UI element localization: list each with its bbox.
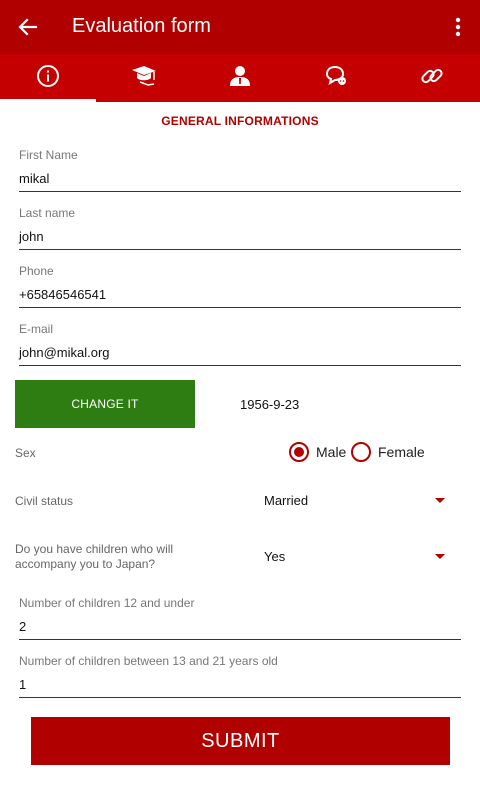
first-name-input[interactable]: mikal bbox=[19, 171, 461, 189]
children-accompany-value: Yes bbox=[264, 549, 286, 564]
phone-field: Phone +65846546541 bbox=[19, 264, 461, 308]
last-name-field: Last name john bbox=[19, 206, 461, 250]
civil-status-value: Married bbox=[264, 493, 309, 508]
info-icon bbox=[36, 64, 60, 93]
children-13-21-label: Number of children between 13 and 21 yea… bbox=[19, 654, 278, 668]
sex-radio-female[interactable]: Female bbox=[351, 442, 425, 462]
first-name-label: First Name bbox=[19, 148, 78, 162]
email-input[interactable]: john@mikal.org bbox=[19, 345, 461, 363]
email-label: E-mail bbox=[19, 322, 54, 336]
more-vert-icon[interactable] bbox=[444, 11, 472, 43]
section-title: GENERAL INFORMATIONS bbox=[161, 114, 319, 128]
last-name-label: Last name bbox=[19, 206, 76, 220]
arrow-back-icon[interactable] bbox=[12, 11, 44, 43]
sex-radio-male[interactable]: Male bbox=[289, 442, 346, 462]
submit-button[interactable]: SUBMIT bbox=[31, 717, 450, 765]
tab-personal[interactable] bbox=[192, 54, 288, 102]
phone-label: Phone bbox=[19, 264, 54, 278]
first-name-underline bbox=[19, 191, 461, 192]
link-icon bbox=[420, 64, 444, 93]
radio-unselected-icon bbox=[351, 442, 371, 462]
birth-date-value: 1956-9-23 bbox=[240, 397, 300, 412]
civil-status-dropdown[interactable]: Married bbox=[264, 489, 450, 513]
app-bar: Evaluation form bbox=[0, 0, 480, 54]
children-accompany-label: Do you have children who will accompany … bbox=[15, 542, 174, 571]
children-13-21-field: Number of children between 13 and 21 yea… bbox=[19, 654, 461, 698]
children-under-12-underline bbox=[19, 639, 461, 640]
children-under-12-input[interactable]: 2 bbox=[19, 619, 461, 637]
tab-messages[interactable] bbox=[288, 54, 384, 102]
person-icon bbox=[228, 64, 252, 93]
children-13-21-input[interactable]: 1 bbox=[19, 677, 461, 695]
civil-status-label: Civil status bbox=[15, 494, 74, 508]
tab-bar bbox=[0, 54, 480, 102]
email-field: E-mail john@mikal.org bbox=[19, 322, 461, 366]
radio-label-female: Female bbox=[378, 444, 425, 460]
children-under-12-field: Number of children 12 and under 2 bbox=[19, 596, 461, 640]
email-underline bbox=[19, 365, 461, 366]
children-13-21-underline bbox=[19, 697, 461, 698]
chat-bubble-icon bbox=[324, 64, 348, 93]
dropdown-arrow-icon bbox=[435, 498, 445, 503]
dropdown-arrow-icon bbox=[435, 554, 445, 559]
tab-links[interactable] bbox=[384, 54, 480, 102]
last-name-underline bbox=[19, 249, 461, 250]
tab-education[interactable] bbox=[96, 54, 192, 102]
last-name-input[interactable]: john bbox=[19, 229, 461, 247]
tab-general-info[interactable] bbox=[0, 54, 96, 102]
children-accompany-dropdown[interactable]: Yes bbox=[264, 545, 450, 569]
change-date-button[interactable]: CHANGE IT bbox=[15, 380, 195, 428]
children-under-12-label: Number of children 12 and under bbox=[19, 596, 195, 610]
page-title: Evaluation form bbox=[72, 15, 211, 37]
graduation-cap-icon bbox=[130, 64, 158, 93]
sex-label: Sex bbox=[15, 446, 36, 460]
first-name-field: First Name mikal bbox=[19, 148, 461, 192]
phone-underline bbox=[19, 307, 461, 308]
radio-label-male: Male bbox=[316, 444, 347, 460]
phone-input[interactable]: +65846546541 bbox=[19, 287, 461, 305]
radio-selected-icon bbox=[289, 442, 309, 462]
